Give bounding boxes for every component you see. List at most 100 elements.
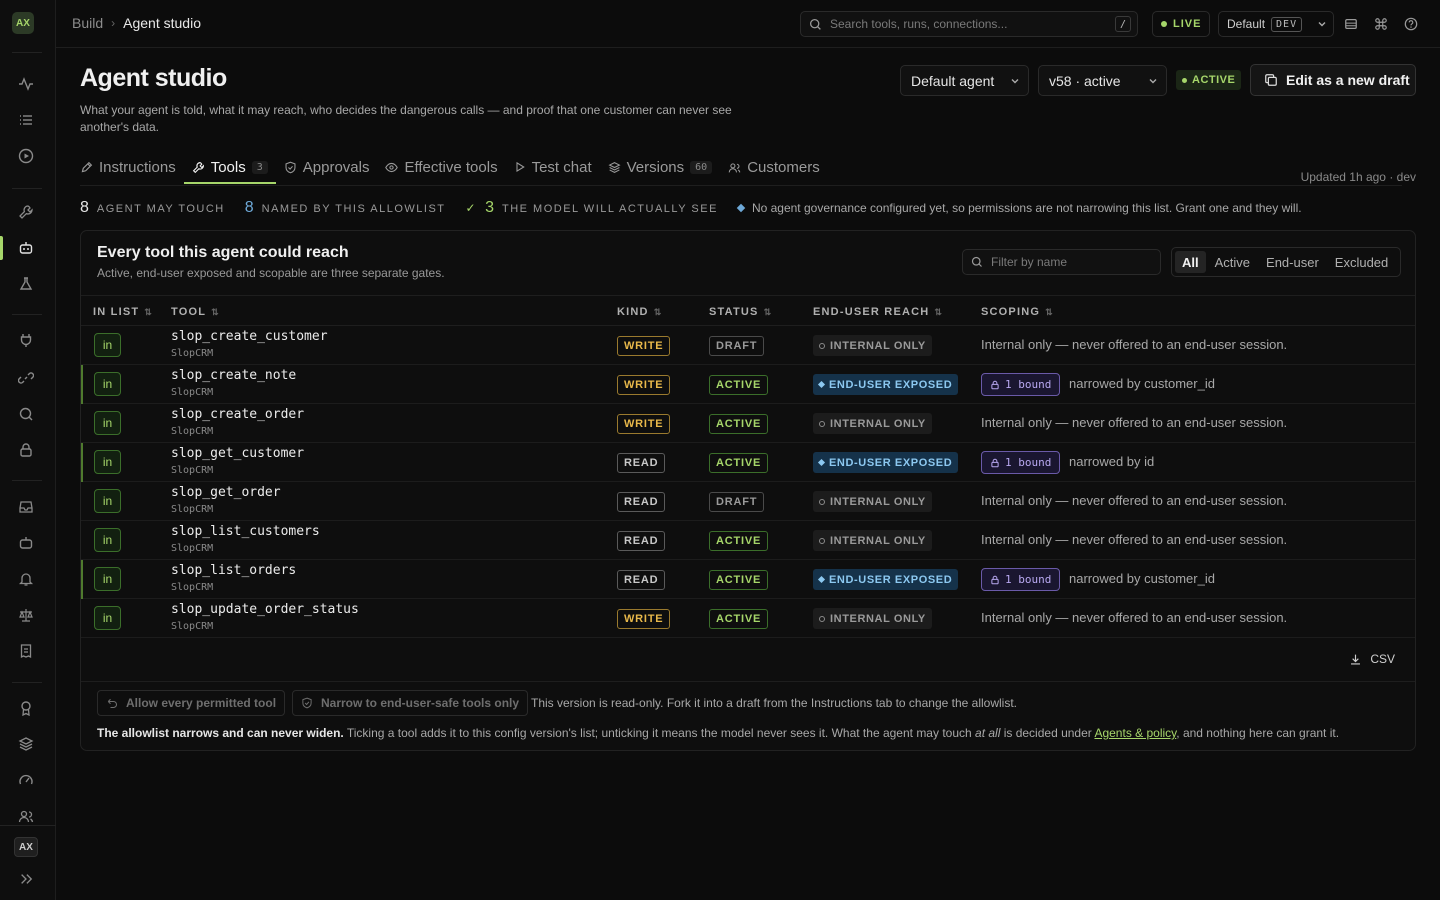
bound-badge[interactable]: 1 bound [981,568,1060,591]
scale-icon[interactable] [16,605,36,625]
csv-export-button[interactable]: CSV [1349,652,1395,666]
receipt-icon[interactable] [16,641,36,661]
inbox-icon[interactable] [16,497,36,517]
col-tool[interactable]: TOOL ⇅ [171,306,220,318]
filter-placeholder: Filter by name [991,255,1068,269]
search-icon [971,256,983,268]
rail-divider [0,825,56,826]
in-list-checkbox[interactable]: in [94,606,121,630]
segment-excluded[interactable]: Excluded [1328,251,1395,273]
tab-instructions[interactable]: Instructions [80,150,184,184]
bound-label: 1 bound [1005,573,1052,586]
version-status-badge: ACTIVE [1176,70,1242,90]
lock-icon [990,458,1000,468]
in-list-checkbox[interactable]: in [94,333,121,357]
environment-select[interactable]: Default DEV [1218,11,1334,37]
command-icon[interactable] [1372,15,1390,33]
sort-icon: ⇅ [653,306,663,317]
allow-all-button[interactable]: Allow every permitted tool [97,690,286,716]
in-list-checkbox[interactable]: in [94,528,121,552]
tab-approvals[interactable]: Approvals [276,150,378,184]
table-row[interactable]: in slop_list_customers SlopCRM READ ACTIVE IN… [81,521,1415,560]
tab-test-chat[interactable]: Test chat [506,150,600,184]
tool-system: SlopCRM [171,504,214,515]
diamond-icon [817,458,826,467]
tab-effective-tools[interactable]: Effective tools [377,150,505,184]
users-icon[interactable] [16,806,36,826]
reach-label: INTERNAL ONLY [830,612,926,625]
col-scoping[interactable]: SCOPING ⇅ [981,306,1054,318]
kind-badge: WRITE [617,336,671,356]
flask-icon[interactable] [16,274,36,294]
download-icon [1349,653,1362,666]
global-search-input[interactable]: Search tools, runs, connections... / [800,11,1138,37]
activity-icon[interactable] [16,74,36,94]
plug-icon[interactable] [16,330,36,350]
link-icon[interactable] [16,368,36,388]
reach-label: INTERNAL ONLY [830,339,926,352]
table-row[interactable]: in slop_create_order SlopCRM WRITE ACTIVE INT… [81,404,1415,443]
play-circle-icon[interactable] [16,146,36,166]
agent-select[interactable]: Default agent [900,65,1029,96]
segment-end-user[interactable]: End-user [1259,251,1326,273]
in-list-checkbox[interactable]: in [94,489,121,513]
badge-icon[interactable] [16,698,36,718]
eye-icon [385,161,399,174]
narrow-end-user-button[interactable]: Narrow to end-user-safe tools only [292,690,529,716]
col-end-user-reach[interactable]: END-USER REACH ⇅ [813,306,943,318]
rail-active-indicator [0,236,3,260]
live-indicator[interactable]: LIVE [1152,11,1211,37]
tab-count: 3 [251,160,268,174]
gauge-icon[interactable] [16,770,36,790]
segment-active[interactable]: Active [1208,251,1257,273]
allowlist-explanation: The allowlist narrows and can never wide… [97,726,1339,740]
in-list-checkbox[interactable]: in [94,450,121,474]
list-icon[interactable] [16,110,36,130]
updated-timestamp: Updated 1h ago · dev [1300,170,1416,184]
col-status[interactable]: STATUS ⇅ [709,306,772,318]
segment-all[interactable]: All [1175,251,1206,273]
table-row[interactable]: in slop_get_order SlopCRM READ DRAFT INTERNAL… [81,482,1415,521]
search-db-icon[interactable] [16,404,36,424]
agents-policy-link[interactable]: Agents & policy [1094,726,1176,740]
table-row[interactable]: in slop_list_orders SlopCRM READ ACTIVE END-U… [81,560,1415,599]
lock-icon[interactable] [16,440,36,460]
table-row[interactable]: in slop_update_order_status SlopCRM WRITE AC… [81,599,1415,638]
bell-icon[interactable] [16,569,36,589]
top-bar: Build › Agent studio Search tools, runs,… [56,0,1440,48]
wrench-icon[interactable] [16,202,36,222]
filter-input[interactable]: Filter by name [962,249,1161,275]
version-select[interactable]: v58 · active [1038,65,1167,96]
help-icon[interactable] [1402,15,1420,33]
in-list-checkbox[interactable]: in [94,372,121,396]
bot-icon[interactable] [16,238,36,258]
breadcrumb-build[interactable]: Build [72,15,103,31]
expand-icon[interactable] [16,869,36,889]
status-badge: DRAFT [709,336,765,356]
bound-badge[interactable]: 1 bound [981,451,1060,474]
col-kind[interactable]: KIND ⇅ [617,306,662,318]
stat-label: NAMED BY THIS ALLOWLIST [261,203,446,215]
tab-tools[interactable]: Tools 3 [183,150,276,184]
tab-versions[interactable]: Versions 60 [600,150,721,184]
tab-customers[interactable]: Customers [720,150,828,184]
tool-name: slop_create_customer [171,329,328,344]
user-avatar[interactable]: AX [14,837,38,857]
table-row[interactable]: in slop_create_note SlopCRM WRITE ACTIVE END-… [81,365,1415,404]
table-row[interactable]: in slop_get_customer SlopCRM READ ACTIVE END-… [81,443,1415,482]
card-title: Every tool this agent could reach [97,244,349,261]
tool-system: SlopCRM [171,387,214,398]
rail-divider [12,314,42,315]
in-list-checkbox[interactable]: in [94,567,121,591]
in-list-checkbox[interactable]: in [94,411,121,435]
app-logo[interactable]: AX [12,12,34,34]
layers-icon[interactable] [16,734,36,754]
panel-icon[interactable] [1342,15,1360,33]
reach-badge: END-USER EXPOSED [813,374,959,395]
edit-as-draft-button[interactable]: Edit as a new draft [1250,64,1416,96]
reach-badge: END-USER EXPOSED [813,569,959,590]
bot-alt-icon[interactable] [16,533,36,553]
col-in-list[interactable]: IN LIST ⇅ [93,306,153,318]
table-row[interactable]: in slop_create_customer SlopCRM WRITE DRAFT I… [81,326,1415,365]
bound-badge[interactable]: 1 bound [981,373,1060,396]
